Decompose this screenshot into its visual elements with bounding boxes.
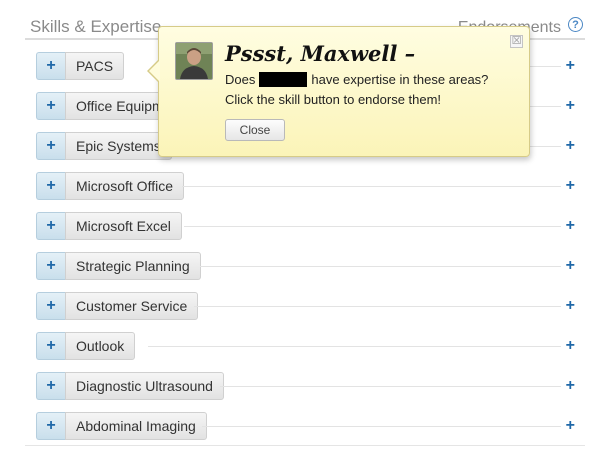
skill-row: + Abdominal Imaging + (36, 412, 581, 440)
help-icon[interactable]: ? (568, 17, 583, 32)
skill-endorse-button[interactable]: + Strategic Planning (36, 252, 201, 280)
skill-name: Microsoft Office (65, 172, 184, 200)
avatar-photo (176, 43, 212, 79)
skill-endorse-button[interactable]: + Abdominal Imaging (36, 412, 207, 440)
close-button[interactable]: Close (225, 119, 285, 141)
plus-icon: + (36, 212, 65, 240)
skill-name: Microsoft Excel (65, 212, 182, 240)
add-endorsement-icon[interactable]: + (566, 56, 575, 76)
avatar (175, 42, 213, 80)
skill-row: + Customer Service + (36, 292, 581, 320)
redacted-name (259, 72, 308, 87)
row-divider (184, 226, 561, 227)
skill-endorse-button[interactable]: + PACS (36, 52, 125, 80)
row-divider (200, 266, 561, 267)
row-divider (182, 186, 561, 187)
skill-row: + Diagnostic Ultrasound + (36, 372, 581, 400)
plus-icon: + (36, 52, 65, 80)
skill-row: + Strategic Planning + (36, 252, 581, 280)
add-endorsement-icon[interactable]: + (566, 176, 575, 196)
skill-name: Epic Systems (65, 132, 172, 160)
plus-icon: + (36, 92, 65, 120)
skill-name: Outlook (65, 332, 136, 360)
row-divider (202, 426, 561, 427)
skill-endorse-button[interactable]: + Epic Systems (36, 132, 172, 160)
popup-question-start: Does (225, 72, 256, 87)
section-title: Skills & Expertise (30, 17, 162, 36)
skill-name: Strategic Planning (65, 252, 201, 280)
plus-icon: + (36, 412, 65, 440)
plus-icon: + (36, 252, 65, 280)
plus-icon: + (36, 332, 65, 360)
popup-pointer-fill (149, 60, 160, 82)
add-endorsement-icon[interactable]: + (566, 376, 575, 396)
plus-icon: + (36, 372, 65, 400)
row-divider (148, 346, 561, 347)
add-endorsement-icon[interactable]: + (566, 216, 575, 236)
close-icon[interactable]: ☒ (510, 35, 523, 48)
add-endorsement-icon[interactable]: + (566, 336, 575, 356)
skill-name: Diagnostic Ultrasound (65, 372, 224, 400)
row-divider (220, 386, 561, 387)
add-endorsement-icon[interactable]: + (566, 416, 575, 436)
popup-question-end: have expertise in these areas? (311, 72, 489, 87)
popup-title: Pssst, Maxwell – (225, 41, 416, 66)
add-endorsement-icon[interactable]: + (566, 296, 575, 316)
skill-name: PACS (65, 52, 125, 80)
skill-endorse-button[interactable]: + Diagnostic Ultrasound (36, 372, 224, 400)
skill-name: Customer Service (65, 292, 199, 320)
skill-row: + Microsoft Office + (36, 172, 581, 200)
endorsement-prompt-popup: Pssst, Maxwell – Does have expertise in t… (147, 26, 530, 157)
plus-icon: + (36, 132, 65, 160)
skill-row: + Outlook + (36, 332, 581, 360)
plus-icon: + (36, 292, 65, 320)
skill-endorse-button[interactable]: + Customer Service (36, 292, 199, 320)
skill-endorse-button[interactable]: + Microsoft Excel (36, 212, 182, 240)
add-endorsement-icon[interactable]: + (566, 96, 575, 116)
add-endorsement-icon[interactable]: + (566, 136, 575, 156)
add-endorsement-icon[interactable]: + (566, 256, 575, 276)
skill-row: + Microsoft Excel + (36, 212, 581, 240)
popup-question: Does have expertise in these areas? (225, 72, 488, 87)
skill-name: Abdominal Imaging (65, 412, 207, 440)
popup-instruction: Click the skill button to endorse them! (225, 92, 442, 107)
plus-icon: + (36, 172, 65, 200)
skill-endorse-button[interactable]: + Microsoft Office (36, 172, 184, 200)
skill-endorse-button[interactable]: + Outlook (36, 332, 136, 360)
row-divider (194, 306, 561, 307)
bottom-divider (25, 445, 585, 446)
